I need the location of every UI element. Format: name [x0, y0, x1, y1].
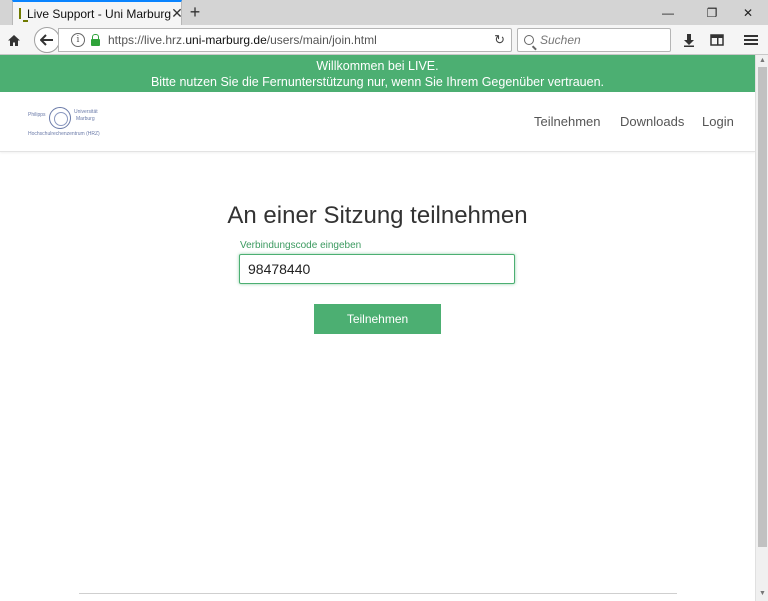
info-icon[interactable]: i: [71, 33, 85, 47]
search-placeholder: Suchen: [540, 33, 581, 47]
sidebar-icon[interactable]: [706, 29, 728, 51]
join-button[interactable]: Teilnehmen: [314, 304, 441, 334]
reload-icon[interactable]: ↻: [494, 32, 505, 48]
nav-login[interactable]: Login: [702, 114, 734, 129]
logo-philipps: Philipps: [28, 112, 46, 118]
browser-tab[interactable]: Live Support - Uni Marburg ✕: [12, 0, 183, 25]
logo-hrz: Hochschulrechenzentrum (HRZ): [28, 131, 100, 137]
scroll-down-icon[interactable]: ▼: [759, 590, 766, 597]
search-icon: [524, 35, 534, 45]
nav-teilnehmen[interactable]: Teilnehmen: [534, 114, 601, 129]
university-seal-icon: [49, 107, 71, 129]
logo-universitaet: Universität: [74, 109, 98, 115]
url-text[interactable]: https://live.hrz.uni-marburg.de/users/ma…: [108, 33, 377, 47]
new-tab-icon[interactable]: +: [186, 2, 204, 22]
lock-icon: [91, 33, 100, 46]
download-icon[interactable]: [678, 29, 700, 51]
site-header: Philipps Universität Marburg Hochschulre…: [0, 92, 755, 152]
monitor-icon: [19, 8, 28, 22]
footer-divider: [79, 593, 677, 594]
banner-line-1: Willkommen bei LIVE.: [316, 59, 439, 73]
url-path: /users/main/join.html: [266, 33, 377, 47]
scroll-up-icon[interactable]: ▲: [759, 57, 766, 64]
home-icon[interactable]: [3, 29, 25, 51]
main-content: An einer Sitzung teilnehmen Verbindungsc…: [0, 152, 755, 601]
tab-title: Live Support - Uni Marburg: [27, 6, 172, 21]
scrollbar[interactable]: ▲ ▼: [755, 55, 768, 601]
window-close-icon[interactable]: ✕: [728, 0, 768, 25]
search-input[interactable]: Suchen: [517, 28, 671, 52]
welcome-banner: Willkommen bei LIVE. Bitte nutzen Sie di…: [0, 55, 755, 92]
url-prefix: https://live.hrz.: [108, 33, 186, 47]
nav-downloads[interactable]: Downloads: [620, 114, 684, 129]
scroll-thumb[interactable]: [758, 67, 767, 547]
page-title: An einer Sitzung teilnehmen: [227, 202, 528, 229]
back-button[interactable]: [34, 27, 60, 53]
address-bar[interactable]: i https://live.hrz.uni-marburg.de/users/…: [58, 28, 512, 52]
connection-code-input[interactable]: [239, 254, 515, 284]
minimize-icon[interactable]: —: [648, 0, 688, 25]
logo-marburg: Marburg: [76, 116, 95, 122]
close-tab-icon[interactable]: ✕: [171, 5, 183, 22]
back-arrow-icon: [40, 34, 53, 46]
code-label: Verbindungscode eingeben: [240, 240, 362, 251]
tab-bar: Live Support - Uni Marburg ✕ + — ❐ ✕: [0, 0, 768, 25]
nav-bar: i https://live.hrz.uni-marburg.de/users/…: [0, 25, 768, 55]
menu-icon[interactable]: [740, 29, 762, 51]
restore-icon[interactable]: ❐: [692, 0, 732, 25]
uni-marburg-logo[interactable]: Philipps Universität Marburg Hochschulre…: [28, 106, 104, 138]
banner-line-2: Bitte nutzen Sie die Fernunterstützung n…: [150, 75, 605, 89]
url-domain: uni-marburg.de: [185, 33, 267, 47]
